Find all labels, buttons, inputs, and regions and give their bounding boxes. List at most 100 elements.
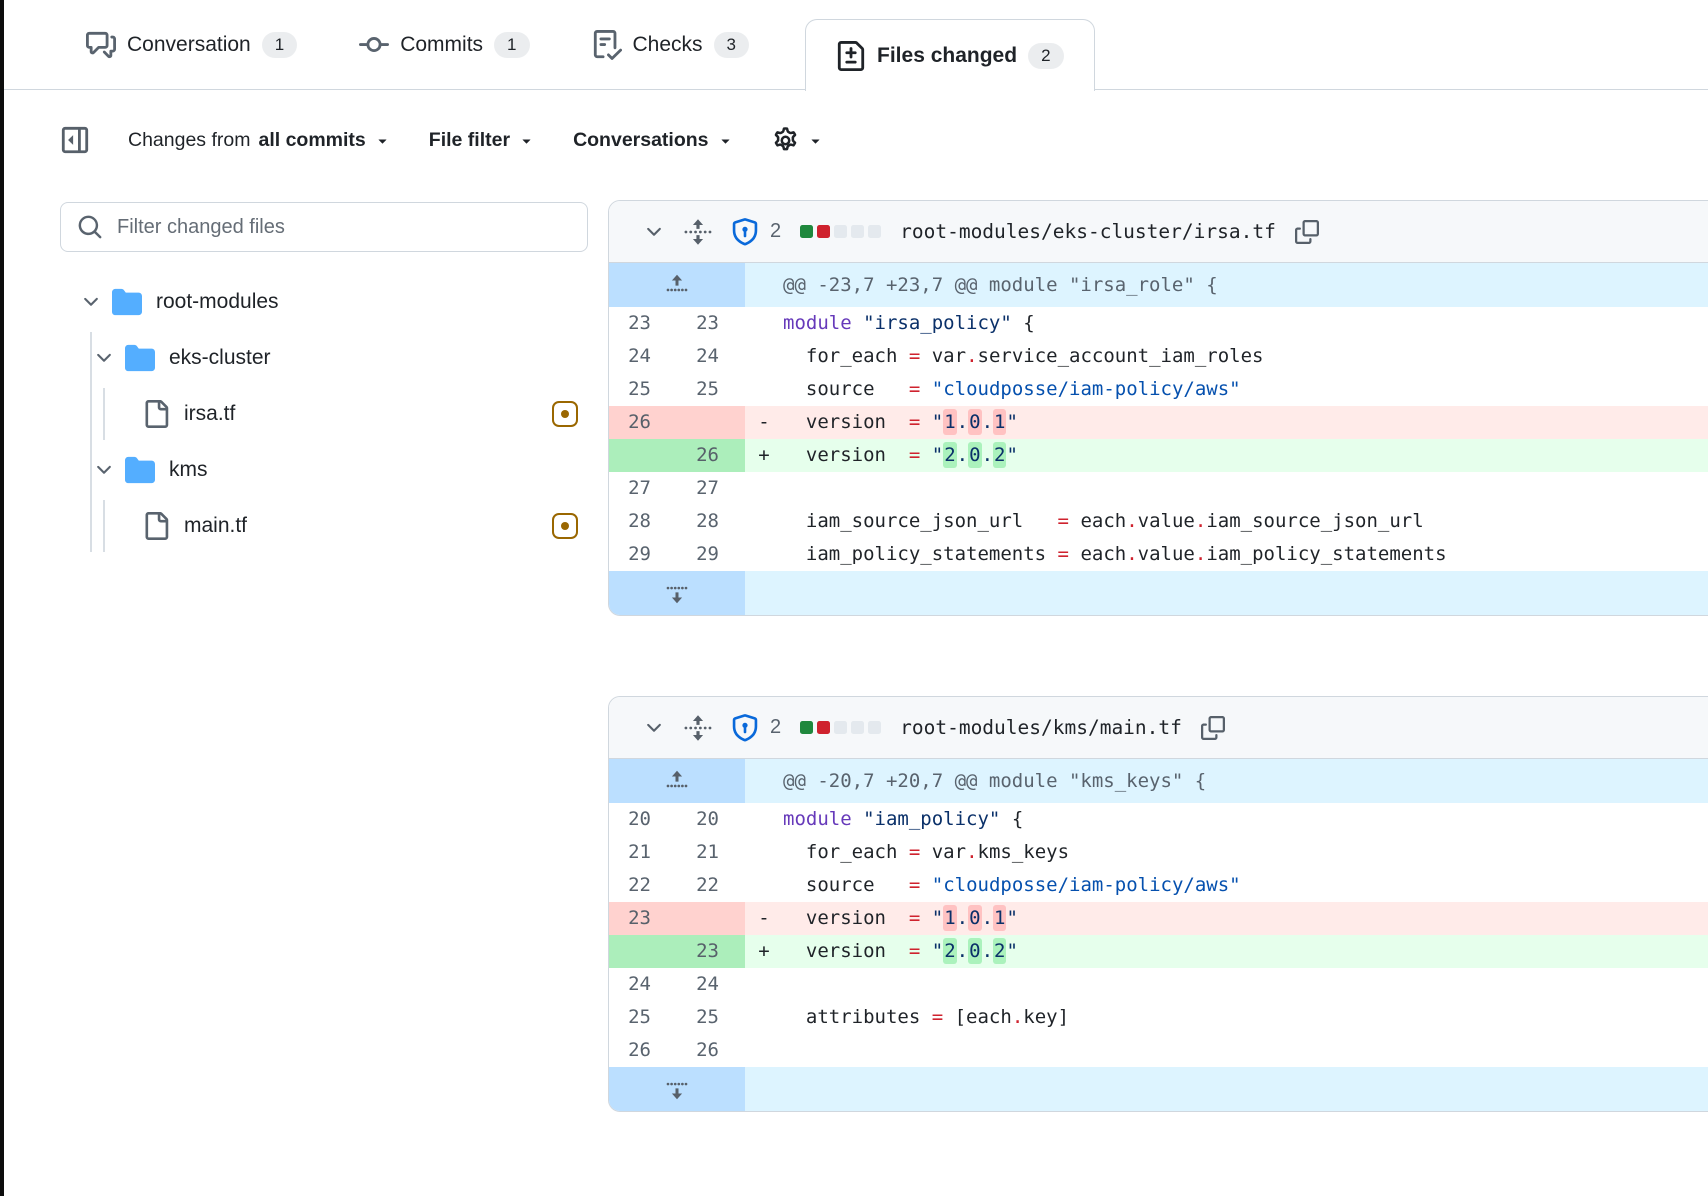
file-path-link[interactable]: root-modules/kms/main.tf	[900, 716, 1182, 739]
tree-item-label: main.tf	[184, 514, 247, 538]
chevron-down-icon	[80, 291, 102, 313]
collapse-sidebar-button[interactable]	[60, 125, 90, 155]
line-number-new[interactable]: 24	[677, 968, 745, 1001]
file-filter-field	[60, 202, 588, 252]
file-modified-icon	[552, 401, 578, 427]
annotation-count: 2	[770, 220, 781, 243]
file-path-link[interactable]: root-modules/eks-cluster/irsa.tf	[900, 220, 1276, 243]
line-number-new[interactable]	[677, 902, 745, 935]
diff-line: 2222 source = "cloudposse/iam-policy/aws…	[609, 869, 1708, 902]
line-number-new[interactable]: 24	[677, 340, 745, 373]
tab-conversation[interactable]: Conversation1	[80, 0, 303, 90]
pr-tab-bar: Conversation1 Commits 1 Checks3 Files change…	[4, 0, 1708, 90]
line-number-old[interactable]: 24	[609, 968, 677, 1001]
line-number-new[interactable]: 22	[677, 869, 745, 902]
line-number-old[interactable]	[609, 935, 677, 968]
copy-path-button[interactable]	[1295, 220, 1319, 244]
annotations-button[interactable]: 2	[731, 714, 781, 742]
line-number-old[interactable]: 26	[609, 1034, 677, 1067]
line-number-old[interactable]: 24	[609, 340, 677, 373]
tree-item-main.tf[interactable]: main.tf	[60, 498, 588, 554]
line-number-new[interactable]: 28	[677, 505, 745, 538]
expand-down-row	[609, 571, 1708, 615]
line-number-old[interactable]	[609, 439, 677, 472]
expand-up-button[interactable]	[609, 263, 745, 307]
caret-down-icon	[717, 132, 734, 149]
line-number-new[interactable]: 26	[677, 1034, 745, 1067]
line-number-old[interactable]: 22	[609, 869, 677, 902]
line-number-new[interactable]: 26	[677, 439, 745, 472]
line-number-new[interactable]: 29	[677, 538, 745, 571]
copy-path-button[interactable]	[1201, 716, 1225, 740]
move-file-button[interactable]	[684, 714, 712, 742]
tab-counter: 1	[494, 32, 529, 58]
line-number-old[interactable]: 23	[609, 902, 677, 935]
line-number-old[interactable]: 20	[609, 803, 677, 836]
tree-indent-guide	[90, 332, 92, 552]
move-icon	[684, 218, 712, 246]
tree-item-root-modules[interactable]: root-modules	[60, 274, 588, 330]
collapse-file-button[interactable]	[643, 221, 665, 243]
conversations-dropdown[interactable]: Conversations	[573, 129, 733, 152]
line-number-old[interactable]: 29	[609, 538, 677, 571]
tree-item-kms[interactable]: kms	[60, 442, 588, 498]
hunk-header-text	[745, 571, 1708, 615]
move-file-button[interactable]	[684, 218, 712, 246]
pr-files-changed-page: Conversation1 Commits 1 Checks3 Files change…	[0, 0, 1708, 1196]
caret-down-icon	[518, 132, 535, 149]
tab-files-changed[interactable]: Files changed2	[805, 19, 1095, 91]
diff-line: 2121 for_each = var.kms_keys	[609, 836, 1708, 869]
diff-line: 2929 iam_policy_statements = each.value.…	[609, 538, 1708, 571]
line-number-new[interactable]: 20	[677, 803, 745, 836]
tree-item-irsa.tf[interactable]: irsa.tf	[60, 386, 588, 442]
line-number-new[interactable]: 23	[677, 307, 745, 340]
file-icon	[142, 400, 170, 428]
collapse-file-button[interactable]	[643, 717, 665, 739]
line-number-old[interactable]: 21	[609, 836, 677, 869]
shield-lock-icon	[731, 218, 759, 246]
hunk-header-row: @@ -20,7 +20,7 @@ module "kms_keys" {	[609, 759, 1708, 803]
tab-label: Commits	[400, 33, 483, 57]
tree-item-eks-cluster[interactable]: eks-cluster	[60, 330, 588, 386]
code-cell: module "iam_policy" {	[745, 803, 1708, 836]
file-filter-dropdown[interactable]: File filter	[429, 129, 535, 152]
line-number-old[interactable]: 25	[609, 1001, 677, 1034]
line-number-new[interactable]: 27	[677, 472, 745, 505]
code-cell: source = "cloudposse/iam-policy/aws"	[745, 869, 1708, 902]
diff-line: 2424	[609, 968, 1708, 1001]
line-number-new[interactable]: 25	[677, 1001, 745, 1034]
line-number-new[interactable]	[677, 406, 745, 439]
diff-table: @@ -20,7 +20,7 @@ module "kms_keys" {202…	[609, 759, 1708, 1111]
changes-from-dropdown[interactable]: Changes from all commits	[128, 129, 391, 152]
line-number-old[interactable]: 27	[609, 472, 677, 505]
annotations-button[interactable]: 2	[731, 218, 781, 246]
diff-table: @@ -23,7 +23,7 @@ module "irsa_role" {23…	[609, 263, 1708, 615]
line-number-old[interactable]: 25	[609, 373, 677, 406]
tab-commits[interactable]: Commits 1	[353, 0, 535, 90]
code-cell: + version = "2.0.2"	[745, 935, 1708, 968]
filter-changed-files-input[interactable]	[60, 202, 588, 252]
diff-settings-dropdown[interactable]	[772, 127, 824, 154]
diff-line: 2727	[609, 472, 1708, 505]
line-number-new[interactable]: 21	[677, 836, 745, 869]
tab-checks[interactable]: Checks3	[586, 0, 756, 90]
tree-indent-guide	[103, 500, 105, 552]
expand-down-button[interactable]	[609, 1067, 745, 1111]
code-cell: for_each = var.service_account_iam_roles	[745, 340, 1708, 373]
shield-lock-icon	[731, 714, 759, 742]
line-number-new[interactable]: 25	[677, 373, 745, 406]
chevron-down-icon	[643, 221, 665, 243]
code-cell	[745, 1034, 1708, 1067]
changes-from-value: all commits	[258, 129, 365, 152]
diff-line: 26- version = "1.0.1"	[609, 406, 1708, 439]
chevron-down-icon	[93, 347, 115, 369]
line-number-old[interactable]: 23	[609, 307, 677, 340]
file-filter-label: File filter	[429, 129, 510, 152]
expand-down-button[interactable]	[609, 571, 745, 615]
line-number-old[interactable]: 28	[609, 505, 677, 538]
line-number-new[interactable]: 23	[677, 935, 745, 968]
expand-up-button[interactable]	[609, 759, 745, 803]
line-number-old[interactable]: 26	[609, 406, 677, 439]
annotation-count: 2	[770, 716, 781, 739]
file-diff-icon	[836, 41, 866, 71]
